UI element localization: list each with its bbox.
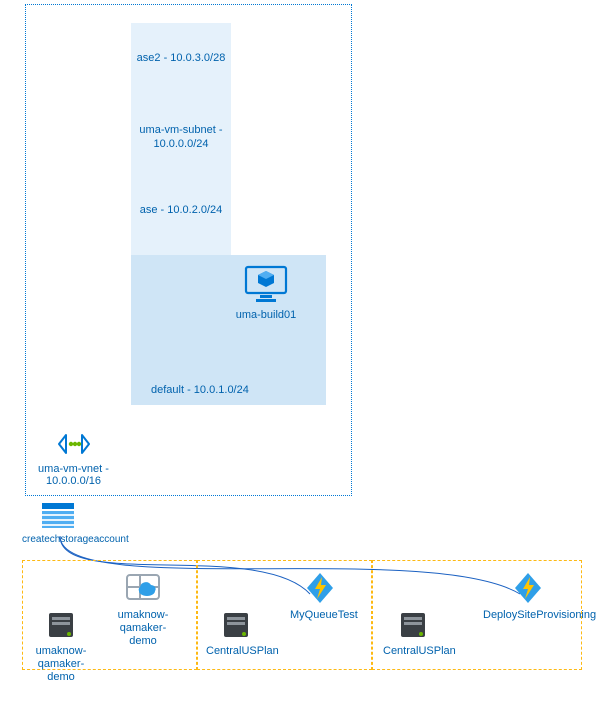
app-plan-c: DeploySiteProvisioning CentralUSPlan	[372, 560, 582, 670]
webapp-icon	[123, 571, 163, 605]
subnet-label: default - 10.0.1.0/24	[151, 383, 249, 397]
storage-icon	[40, 500, 76, 530]
subnet-ase: ase - 10.0.2.0/24	[131, 175, 231, 255]
app-plan-a: umaknow-qamaker-demo umaknow-qamaker-dem…	[22, 560, 197, 670]
plan-node: CentralUSPlan	[206, 609, 266, 658]
function-icon	[303, 571, 337, 605]
storage-node: createchstorageaccount	[22, 500, 94, 545]
subnet-label: ase - 10.0.2.0/24	[135, 203, 227, 217]
webapp-node: umaknow-qamaker-demo	[113, 571, 173, 649]
function-icon	[511, 571, 545, 605]
subnet-label: ase2 - 10.0.3.0/28	[135, 51, 227, 65]
subnet-label: uma-vm-subnet - 10.0.0.0/24	[135, 123, 227, 152]
plan-node: CentralUSPlan	[383, 609, 443, 658]
server-icon	[221, 609, 251, 641]
vnet-label-text: uma-vm-vnet - 10.0.0.0/16	[36, 463, 111, 487]
vnet-node: uma-vm-vnet - 10.0.0.0/16	[36, 429, 111, 487]
function-node: DeploySiteProvisioning	[483, 571, 573, 622]
storage-label: createchstorageaccount	[22, 534, 94, 545]
plan-node: umaknow-qamaker-demo	[31, 609, 91, 685]
vnet-icon	[54, 429, 94, 459]
plan-label: CentralUSPlan	[206, 645, 266, 658]
plan-label: umaknow-qamaker-demo	[31, 645, 91, 685]
webapp-label: umaknow-qamaker-demo	[113, 609, 173, 649]
subnet-vm: uma-vm-subnet - 10.0.0.0/24	[131, 95, 231, 175]
vm-node: uma-build01	[226, 265, 306, 321]
plan-label: CentralUSPlan	[383, 645, 443, 658]
vm-label: uma-build01	[226, 309, 306, 321]
subnet-ase2: ase2 - 10.0.3.0/28	[131, 23, 231, 95]
server-icon	[398, 609, 428, 641]
vnet-container: ase2 - 10.0.3.0/28 uma-vm-subnet - 10.0.…	[25, 4, 352, 496]
subnet-default: uma-build01 default - 10.0.1.0/24	[131, 255, 326, 405]
function-label: DeploySiteProvisioning	[483, 609, 573, 622]
function-node: MyQueueTest	[290, 571, 350, 622]
server-icon	[46, 609, 76, 641]
app-plan-b: MyQueueTest CentralUSPlan	[197, 560, 372, 670]
function-label: MyQueueTest	[290, 609, 350, 622]
vm-icon	[244, 265, 288, 305]
